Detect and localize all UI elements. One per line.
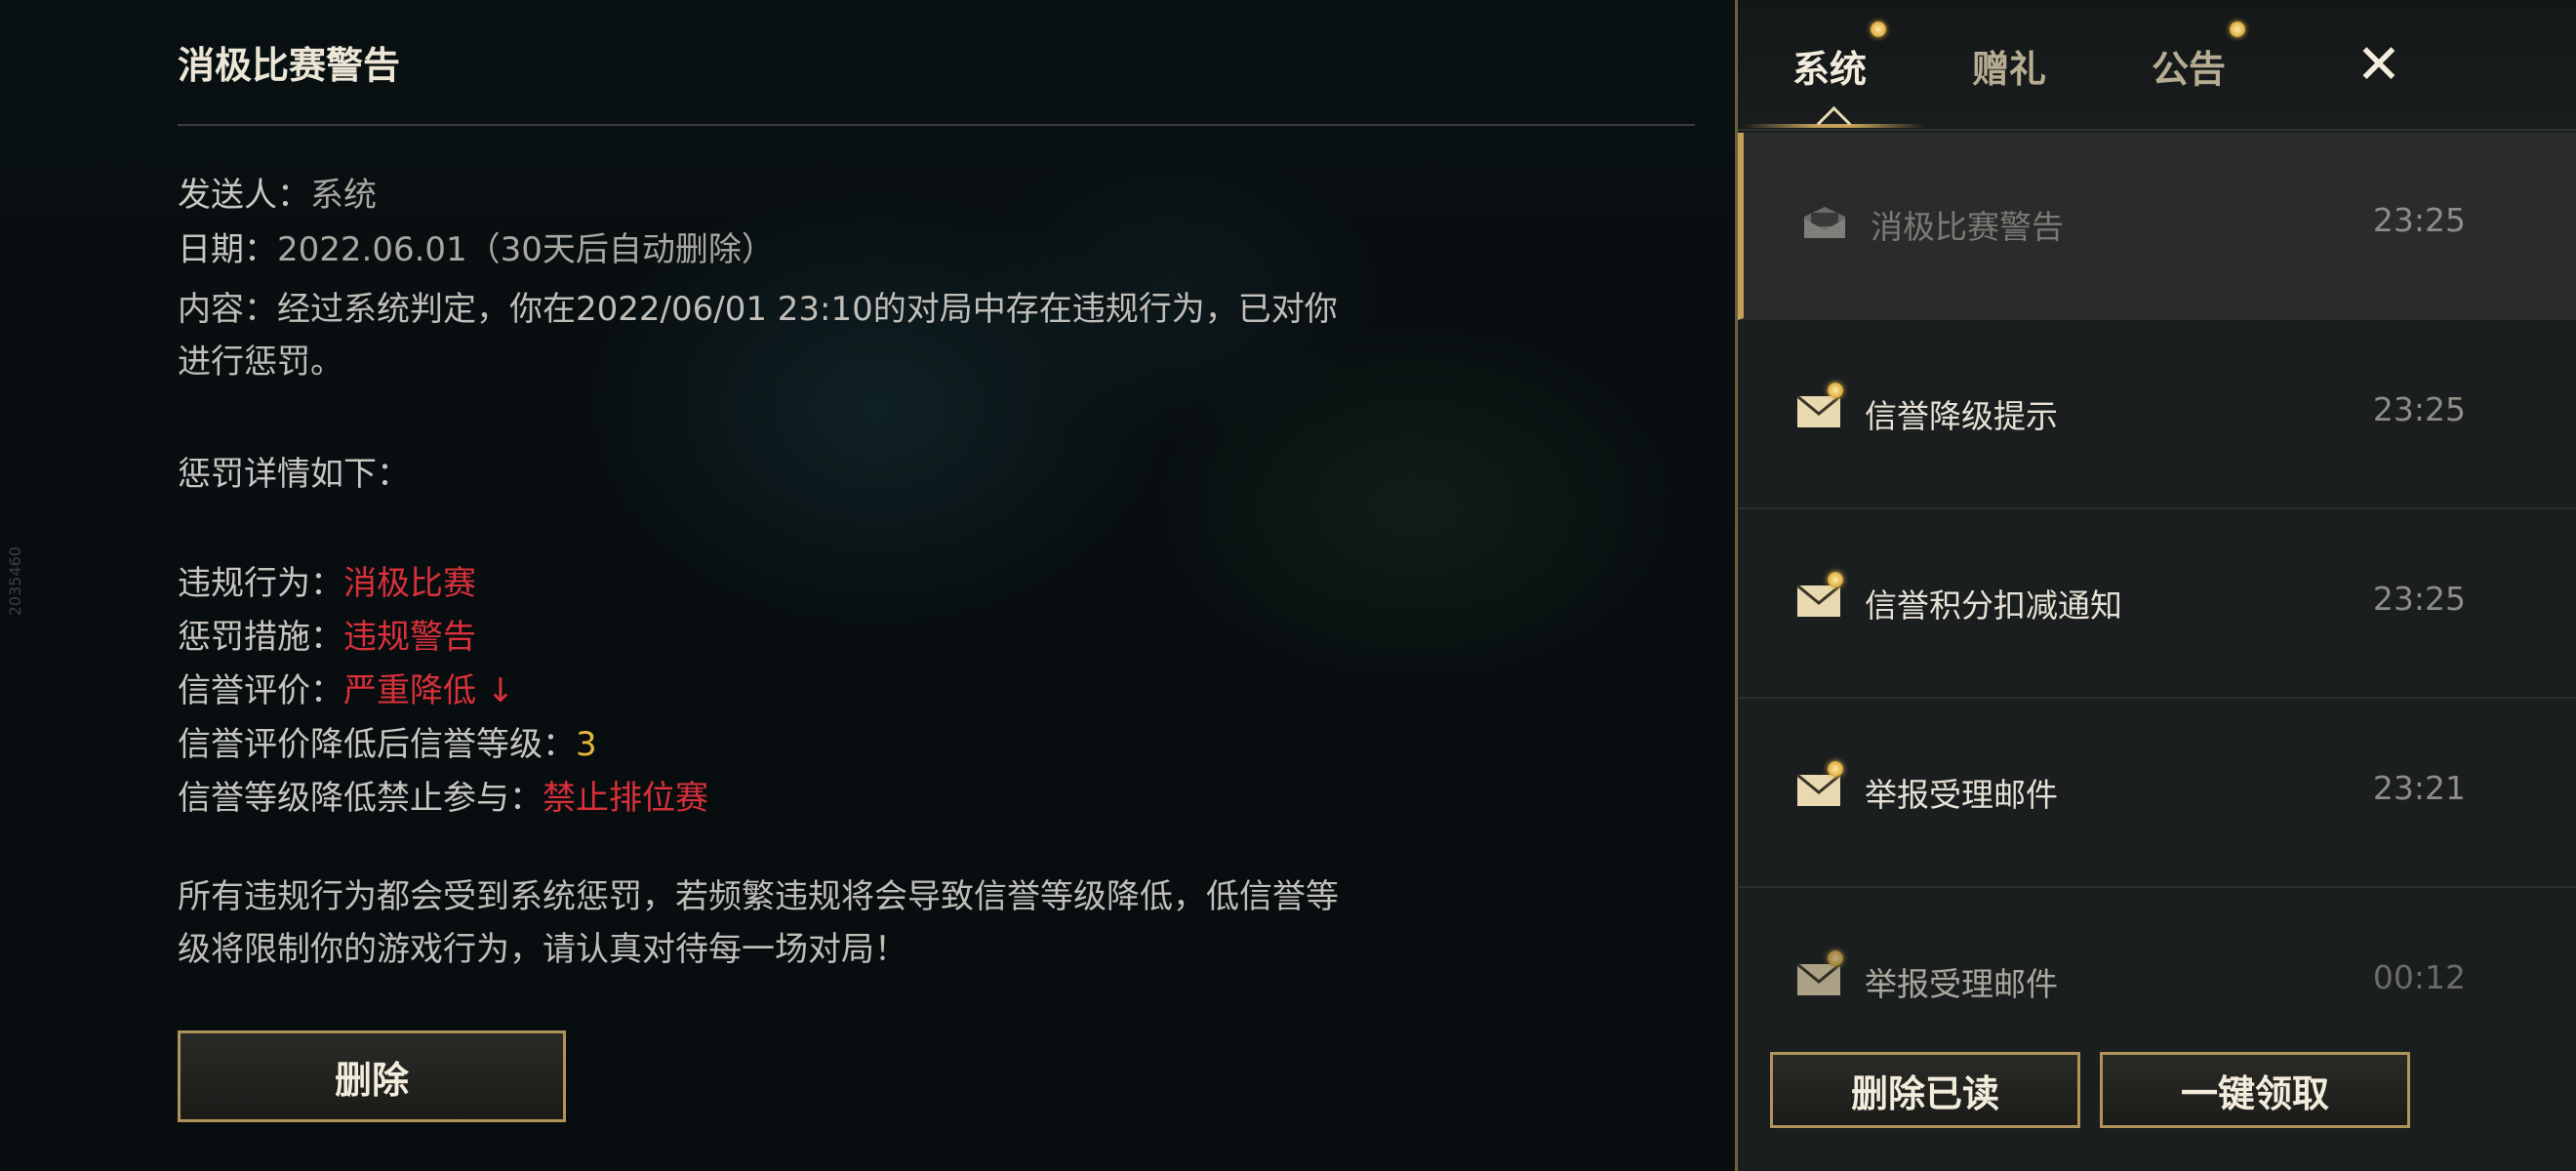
- date-label: 日期：: [178, 230, 277, 269]
- mail-title: 消极比赛警告: [178, 44, 401, 87]
- ban-label: 信誉等级降低禁止参与：: [178, 779, 543, 818]
- delete-read-button[interactable]: 删除已读: [1770, 1052, 2080, 1128]
- mail-list-item[interactable]: 举报受理邮件 23:21: [1738, 701, 2576, 888]
- content-text: 经过系统判定，你在2022/06/01 23:10的对局中存在违规行为，已对你进…: [178, 290, 1338, 382]
- credit-value: 严重降低 ↓: [343, 671, 515, 710]
- violation-line: 违规行为：消极比赛: [178, 556, 476, 604]
- claim-all-button[interactable]: 一键领取: [2100, 1052, 2410, 1128]
- mail-item-title: 信誉积分扣减通知: [1865, 586, 2122, 625]
- date-line: 日期：2022.06.01（30天后自动删除）: [178, 222, 775, 270]
- content-paragraph: 内容：经过系统判定，你在2022/06/01 23:10的对局中存在违规行为，已…: [178, 283, 1358, 388]
- date-value: 2022.06.01（30天后自动删除）: [277, 230, 775, 269]
- mail-item-title: 举报受理邮件: [1865, 776, 2058, 814]
- unread-dot: [1828, 950, 1843, 966]
- credit-label: 信誉评价：: [178, 671, 343, 710]
- tab-system[interactable]: 系统: [1792, 21, 1887, 93]
- credit-line: 信誉评价：严重降低 ↓: [178, 664, 514, 711]
- level-value: 3: [576, 725, 597, 764]
- unread-dot: [1828, 572, 1843, 587]
- mail-list-item[interactable]: 消极比赛警告 23:25: [1738, 133, 2576, 320]
- mail-panel: 系统 赠礼 公告 ✕ 消极比赛警告 23:25 信誉降级提示 23:25 信誉积…: [1735, 0, 2576, 1171]
- level-line: 信誉评价降低后信誉等级：3: [178, 717, 597, 765]
- tab-label: 公告: [2152, 48, 2227, 91]
- mail-item-time: 00:12: [2372, 958, 2466, 996]
- violation-value: 消极比赛: [343, 564, 476, 603]
- divider: [178, 124, 1695, 126]
- ban-line: 信誉等级降低禁止参与：禁止排位赛: [178, 771, 708, 819]
- mail-list-item[interactable]: 信誉积分扣减通知 23:25: [1738, 511, 2576, 699]
- envelope-icon: [1796, 394, 1841, 427]
- notification-dot: [1871, 21, 1887, 37]
- mail-item-title: 信誉降级提示: [1865, 397, 2058, 435]
- envelope-icon: [1796, 584, 1841, 617]
- delete-button[interactable]: 删除: [178, 1030, 566, 1122]
- sender-line: 发送人：系统: [178, 168, 377, 216]
- level-label: 信誉评价降低后信誉等级：: [178, 725, 576, 764]
- mail-list-item[interactable]: 信誉降级提示 23:25: [1738, 322, 2576, 509]
- content-label: 内容：: [178, 290, 277, 329]
- close-icon[interactable]: ✕: [2347, 33, 2411, 98]
- unread-dot: [1828, 383, 1843, 398]
- details-heading: 惩罚详情如下：: [178, 455, 410, 494]
- tab-gifts[interactable]: 赠礼: [1972, 39, 2046, 93]
- mail-item-time: 23:25: [2372, 390, 2466, 428]
- mail-item-time: 23:25: [2372, 580, 2466, 618]
- envelope-open-icon: [1804, 207, 1845, 238]
- unread-dot: [1828, 761, 1843, 777]
- penalty-value: 违规警告: [343, 618, 476, 657]
- envelope-icon: [1796, 962, 1841, 995]
- sender-value: 系统: [310, 176, 377, 215]
- tab-bar: 系统 赠礼 公告 ✕: [1738, 0, 2576, 141]
- mail-item-time: 23:25: [2372, 201, 2466, 239]
- warning-paragraph: 所有违规行为都会受到系统惩罚，若频繁违规将会导致信誉等级降低，低信誉等级将限制你…: [178, 877, 1339, 969]
- penalty-line: 惩罚措施：违规警告: [178, 610, 476, 658]
- panel-footer: 删除已读 一键领取: [1738, 1015, 2576, 1171]
- notification-dot: [2230, 21, 2246, 37]
- mail-item-title: 举报受理邮件: [1865, 965, 2058, 1003]
- ban-value: 禁止排位赛: [543, 779, 708, 818]
- tab-label: 赠礼: [1972, 48, 2047, 91]
- mail-item-time: 23:21: [2372, 769, 2466, 807]
- tab-announcements[interactable]: 公告: [2152, 21, 2246, 93]
- envelope-icon: [1796, 773, 1841, 806]
- tab-label: 系统: [1792, 48, 1868, 91]
- penalty-label: 惩罚措施：: [178, 618, 343, 657]
- side-id-tag: 2035460: [6, 546, 24, 617]
- mail-item-title: 消极比赛警告: [1871, 208, 2064, 246]
- violation-label: 违规行为：: [178, 564, 343, 603]
- sender-label: 发送人：: [178, 176, 310, 215]
